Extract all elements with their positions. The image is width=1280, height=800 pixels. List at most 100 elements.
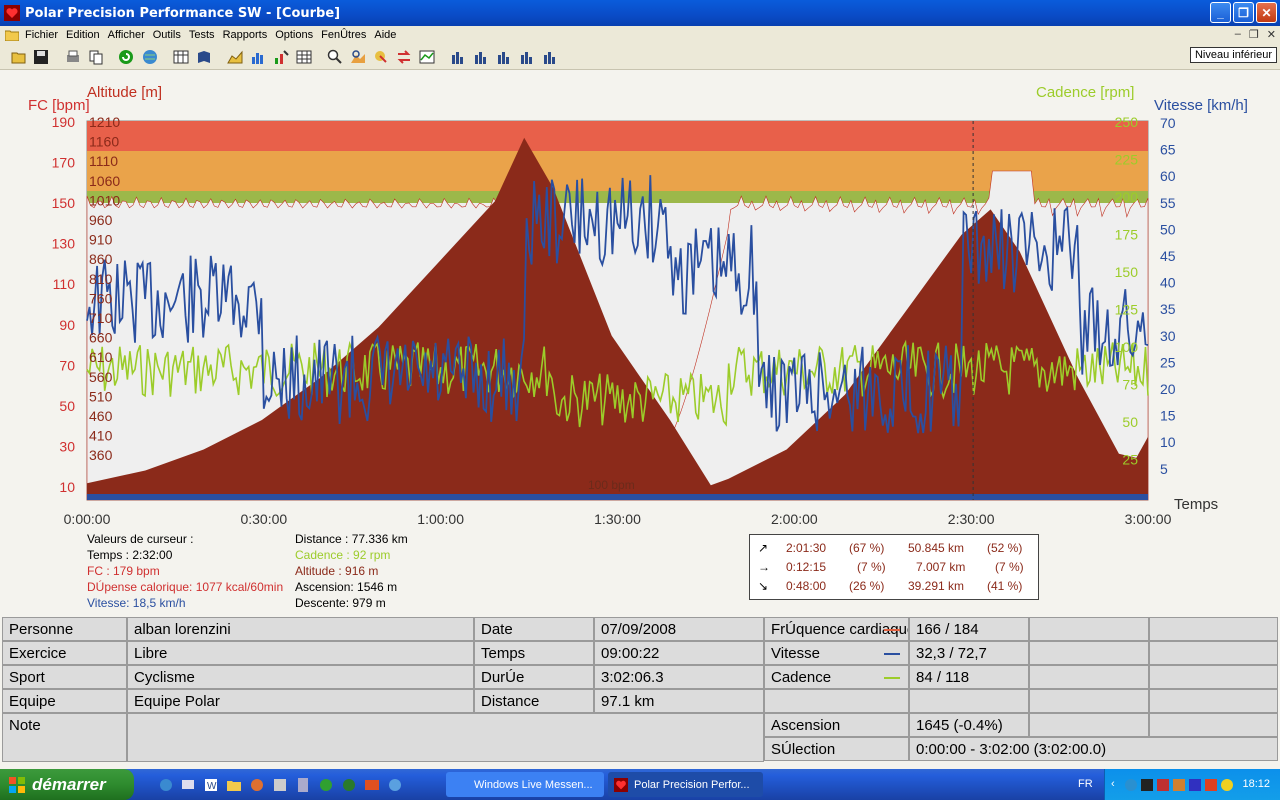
niveau-inferieur-button[interactable]: Niveau inférieur (1189, 47, 1277, 63)
cadence-tick-label: 150 (1115, 264, 1139, 280)
menu-options[interactable]: Options (275, 29, 319, 41)
cursor-ascension: Ascension: 1546 m (295, 580, 398, 594)
task-polar-label: Polar Precision Perfor... (634, 778, 750, 791)
summary-row-down: ↘ 0:48:00 (26 %) 39.291 km (41 %) (750, 576, 1038, 595)
open-icon[interactable] (11, 49, 27, 65)
sport-value[interactable]: Cyclisme (127, 665, 474, 689)
quicklaunch-app5-icon[interactable] (341, 777, 357, 793)
quicklaunch-ie-icon[interactable] (158, 777, 174, 793)
arrow-right-icon: → (758, 560, 770, 574)
cadence-tick-label: 225 (1115, 152, 1139, 168)
altitude-tick-label: 1110 (89, 153, 118, 169)
sport-label: Sport (2, 665, 127, 689)
exercice-value[interactable]: Libre (127, 641, 474, 665)
vitesse-tick-label: 5 (1160, 461, 1168, 477)
quicklaunch-folder-icon[interactable] (226, 777, 242, 793)
print-icon[interactable] (65, 49, 81, 65)
zoom-chart-icon[interactable] (350, 49, 366, 65)
distance-value[interactable]: 97.1 km (594, 689, 764, 713)
quicklaunch-app1-icon[interactable] (249, 777, 265, 793)
menu-tests[interactable]: Tests (189, 29, 221, 41)
mdi-close-button[interactable]: ✕ (1267, 28, 1276, 41)
vitesse-tick-label: 50 (1160, 221, 1176, 237)
clock[interactable]: 18:12 (1242, 778, 1270, 790)
equipe-value[interactable]: Equipe Polar (127, 689, 474, 713)
quicklaunch-mail-icon[interactable] (364, 777, 380, 793)
calendar-icon[interactable] (173, 49, 189, 65)
personne-value[interactable]: alban lorenzini (127, 617, 474, 641)
minimize-button[interactable]: _ (1210, 2, 1231, 23)
date-value[interactable]: 07/09/2008 (594, 617, 764, 641)
altitude-tick-label: 1210 (89, 114, 120, 130)
hr-zone-orange (87, 151, 1148, 191)
menu-fichier[interactable]: Fichier (25, 29, 64, 41)
table-icon[interactable] (296, 49, 312, 65)
menu-rapports[interactable]: Rapports (223, 29, 274, 41)
copy-icon[interactable] (88, 49, 104, 65)
quicklaunch-app2-icon[interactable] (272, 777, 288, 793)
measure-icon[interactable] (373, 49, 389, 65)
polar-heart-icon (614, 777, 628, 792)
refresh-icon[interactable] (118, 49, 134, 65)
tray-icons[interactable] (1125, 777, 1235, 793)
quicklaunch-ie2-icon[interactable] (387, 777, 403, 793)
cursor-altitude: Altitude : 916 m (295, 564, 379, 578)
vitesse-tick-label: 30 (1160, 328, 1176, 344)
cadence-legend-swatch (884, 677, 900, 679)
vitesse-tick-label: 40 (1160, 275, 1176, 291)
time-tick-label: 1:30:00 (594, 511, 641, 527)
cursor-cadence: Cadence : 92 rpm (295, 548, 391, 562)
task-messenger[interactable]: Windows Live Messen... (446, 772, 604, 797)
chart-settings-icon[interactable] (273, 49, 289, 65)
task-polar[interactable]: Polar Precision Perfor... (608, 772, 763, 797)
quicklaunch-app4-icon[interactable] (318, 777, 334, 793)
menu-afficher[interactable]: Afficher (108, 29, 151, 41)
empty-cell (1029, 617, 1149, 641)
save-icon[interactable] (33, 49, 49, 65)
window-titlebar[interactable]: Polar Precision Performance SW - [Courbe… (0, 0, 1280, 26)
exercice-label: Exercice (2, 641, 127, 665)
mdi-minimize-button[interactable]: – (1235, 28, 1241, 41)
quicklaunch-desktop-icon[interactable] (180, 777, 196, 793)
duree-label: DurÚe (474, 665, 594, 689)
mdi-restore-button[interactable]: ❐ (1249, 28, 1259, 41)
language-indicator[interactable]: FR (1078, 778, 1093, 790)
area-chart-icon[interactable] (227, 49, 243, 65)
empty-cell (1149, 689, 1278, 713)
empty-cell (1149, 617, 1278, 641)
note-field[interactable] (127, 713, 764, 762)
compare-icon[interactable] (419, 49, 435, 65)
quicklaunch-word-icon[interactable]: W (203, 777, 219, 793)
bar-chart-icon[interactable] (250, 49, 266, 65)
report-bar-4-icon[interactable] (519, 49, 535, 65)
start-button[interactable]: démarrer (0, 769, 134, 800)
menu-edition[interactable]: Edition (66, 29, 106, 41)
temps-value[interactable]: 09:00:22 (594, 641, 764, 665)
summary-pct: (67 %) (849, 541, 885, 555)
zoom-icon[interactable] (327, 49, 343, 65)
menu-aide[interactable]: Aide (374, 29, 402, 41)
cadence-axis-label: Cadence [rpm] (1036, 84, 1134, 101)
duree-value[interactable]: 3:02:06.3 (594, 665, 764, 689)
quicklaunch-app3-icon[interactable] (295, 777, 311, 793)
book-icon[interactable] (196, 49, 212, 65)
start-label: démarrer (32, 774, 106, 794)
summary-row-flat: → 0:12:15 (7 %) 7.007 km (7 %) (750, 557, 1038, 576)
personne-label: Personne (2, 617, 127, 641)
close-button[interactable]: ✕ (1256, 2, 1277, 23)
arrows-icon[interactable] (396, 49, 412, 65)
vitesse-tick-label: 25 (1160, 354, 1176, 370)
globe-icon[interactable] (142, 49, 158, 65)
fc-legend-swatch (884, 629, 900, 631)
menu-fenetres[interactable]: FenÛtres (321, 29, 372, 41)
report-bar-2-icon[interactable] (473, 49, 489, 65)
svg-text:W: W (207, 781, 217, 792)
tray-expand-icon[interactable]: ‹ (1111, 778, 1115, 790)
report-bar-1-icon[interactable] (450, 49, 466, 65)
menu-outils[interactable]: Outils (153, 29, 187, 41)
report-bar-3-icon[interactable] (496, 49, 512, 65)
maximize-button[interactable]: ❐ (1233, 2, 1254, 23)
report-bar-5-icon[interactable] (542, 49, 558, 65)
cursor-header: Valeurs de curseur : (87, 532, 194, 546)
windows-taskbar: démarrer W Windows Live Messen... Polar … (0, 769, 1280, 800)
